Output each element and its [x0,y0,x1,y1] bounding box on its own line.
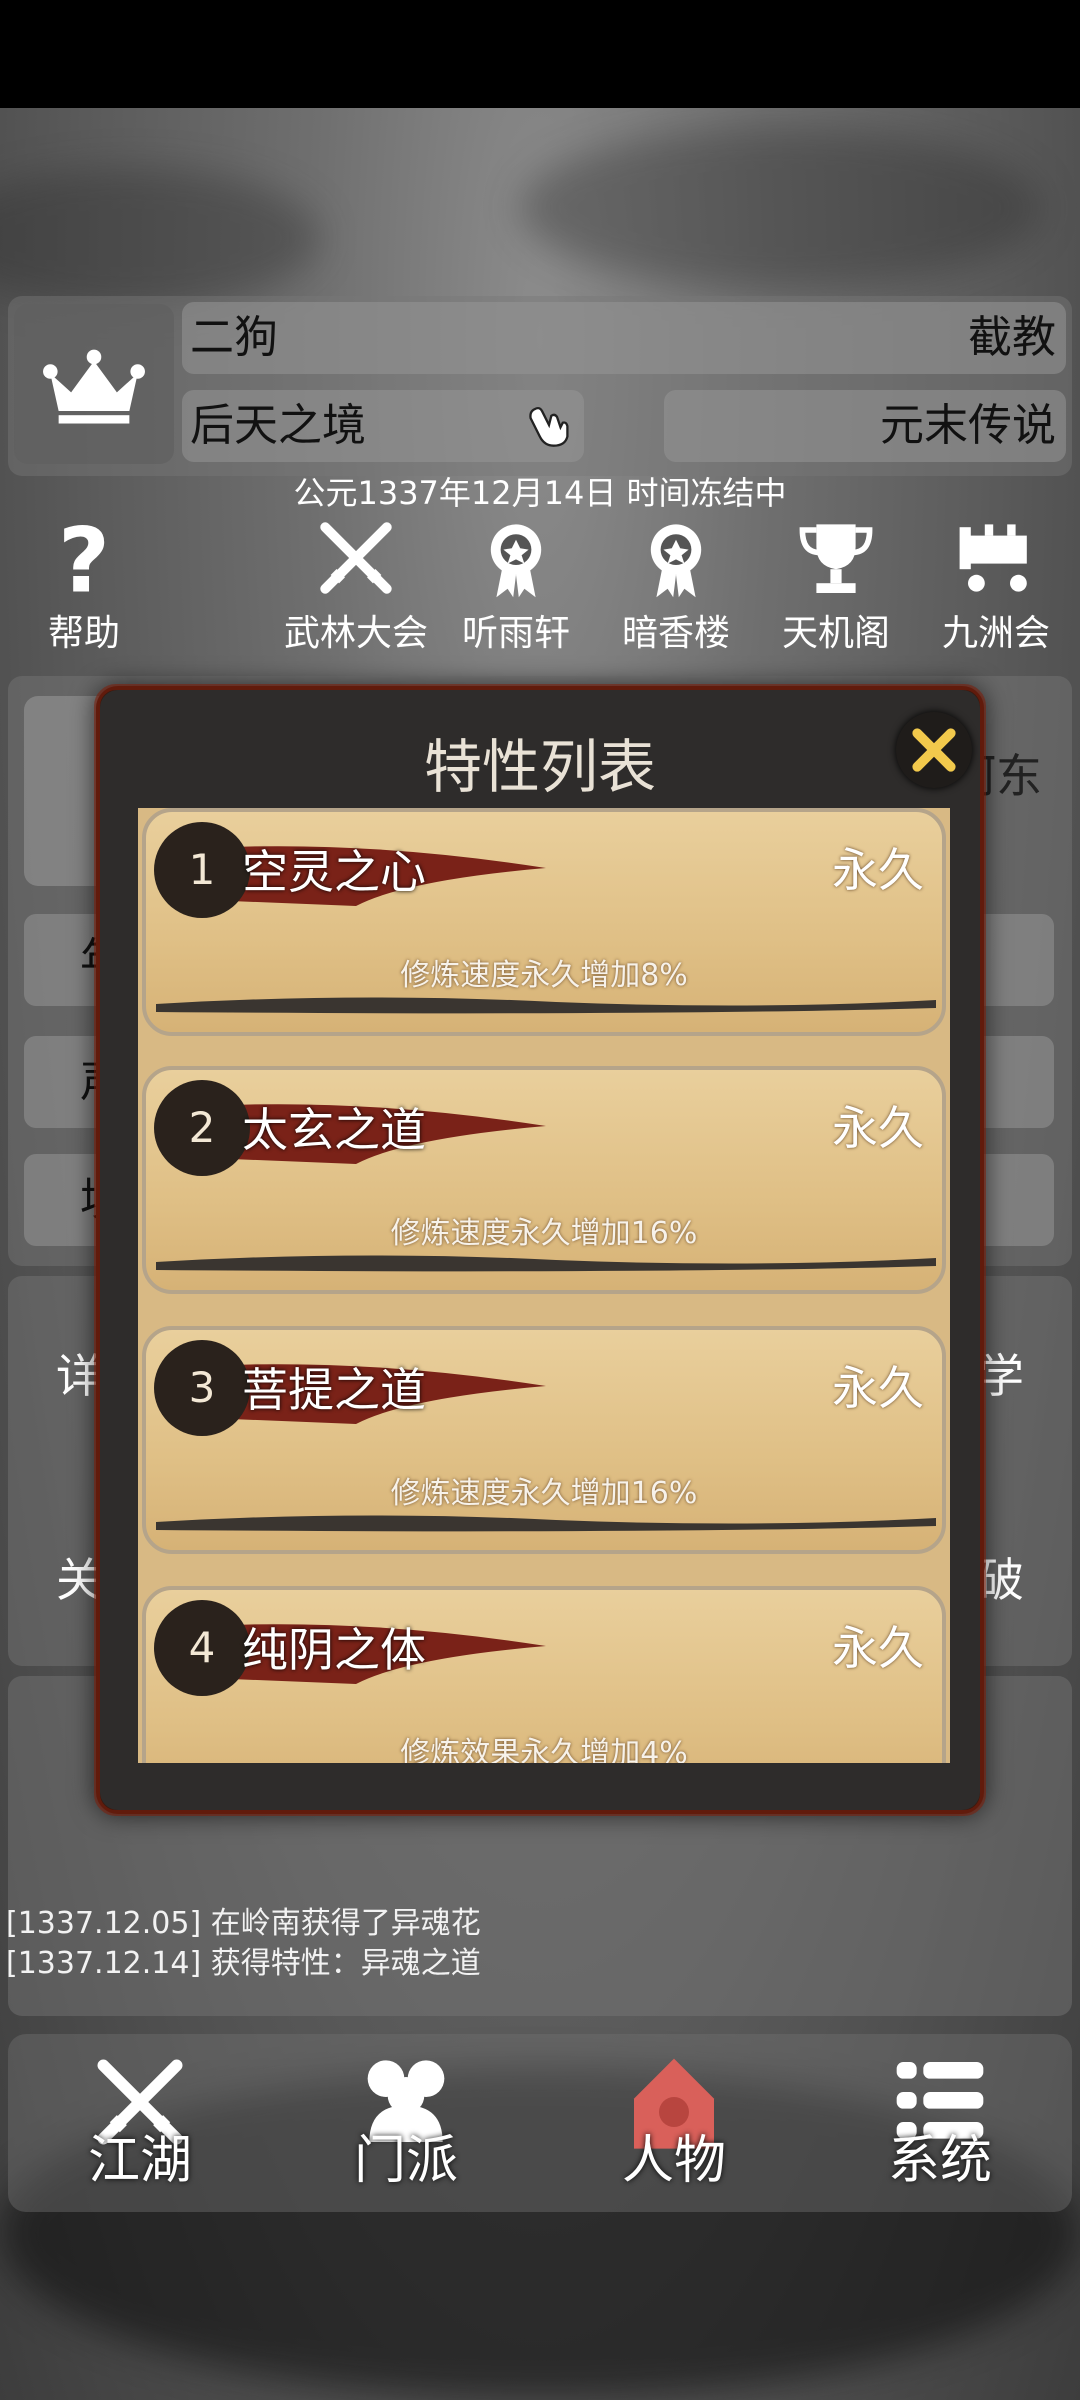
dialog-title: 特性列表 [423,733,656,801]
realm-value: 后天之境 [190,400,366,451]
nav-system[interactable]: 系统 [840,2052,1040,2193]
trait-name: 纯阴之体 [242,1623,426,1677]
title-field[interactable]: 元末传说 [664,390,1066,462]
trait-card[interactable]: 4 纯阴之体 永久 修炼效果永久增加4% [142,1586,946,1763]
trait-index: 4 [154,1600,250,1696]
ribbon-badge-icon [490,524,542,598]
help-button[interactable]: ? 帮助 [4,516,164,656]
trait-name: 太玄之道 [242,1103,426,1157]
trait-description: 修炼速度永久增加16% [390,1216,698,1251]
nav-jianghu[interactable]: 江湖 [40,2052,240,2193]
tap-hand-icon [529,406,569,447]
log-line-2: [1337.12.14] 获得特性：异魂之道 [6,1946,481,1981]
trait-description: 修炼效果永久增加4% [400,1736,688,1763]
jiuzhou-guild-button[interactable]: 九洲会 [916,516,1076,656]
trait-index: 3 [154,1340,250,1436]
svg-text:?: ? [58,516,110,600]
ink-stroke [156,1255,936,1272]
cart-icon [959,524,1027,592]
trait-index: 2 [154,1080,250,1176]
trait-card[interactable]: 3 菩提之道 永久 修炼速度永久增加16% [142,1326,946,1554]
tingyu-pavilion-button[interactable]: 听雨轩 [436,516,596,656]
crown-icon [43,349,145,424]
log-line-1: [1337.12.05] 在岭南获得了异魂花 [6,1906,481,1941]
trait-list[interactable]: 1 空灵之心 永久 修炼速度永久增加8% 2 太玄之道 永久 修炼速度永久增加1… [138,808,950,1763]
player-sect: 截教 [968,312,1056,363]
close-button[interactable] [896,712,972,788]
crossed-swords-icon [320,522,392,594]
trophy-icon [799,524,873,593]
trait-description: 修炼速度永久增加8% [400,958,688,993]
trait-duration: 永久 [832,1621,924,1675]
trait-name: 空灵之心 [242,845,426,899]
ink-stroke [156,997,936,1014]
anxiang-tower-button[interactable]: 暗香楼 [596,516,756,656]
wulin-conference-button[interactable]: 武林大会 [276,516,436,656]
close-x-icon [912,728,956,772]
nav-character[interactable]: 人物 [574,2052,774,2193]
trait-name: 菩提之道 [242,1363,426,1417]
player-name-field: 二狗 截教 [182,302,1066,374]
trait-index: 1 [154,822,250,918]
trait-duration: 永久 [832,1101,924,1155]
question-icon: ? [58,516,110,600]
trait-duration: 永久 [832,843,924,897]
avatar-frame[interactable] [14,304,174,464]
date-status: 公元1337年12月14日 时间冻结中 [293,474,787,512]
trait-list-dialog: 特性列表 1 空灵之心 永久 修炼速度永久增加8% 2 太玄之道 永久 修炼速度… [94,684,986,1816]
trait-card[interactable]: 1 空灵之心 永久 修炼速度永久增加8% [142,808,946,1036]
trait-description: 修炼速度永久增加16% [390,1476,698,1511]
trait-duration: 永久 [832,1361,924,1415]
nav-sect[interactable]: 门派 [306,2052,506,2193]
player-name: 二狗 [190,312,278,363]
realm-field[interactable]: 后天之境 [182,390,584,462]
trait-card[interactable]: 2 太玄之道 永久 修炼速度永久增加16% [142,1066,946,1294]
title-value: 元末传说 [880,400,1056,451]
ink-stroke [156,1515,936,1532]
ribbon-badge-icon [650,524,702,598]
tianji-pavilion-button[interactable]: 天机阁 [756,516,916,656]
